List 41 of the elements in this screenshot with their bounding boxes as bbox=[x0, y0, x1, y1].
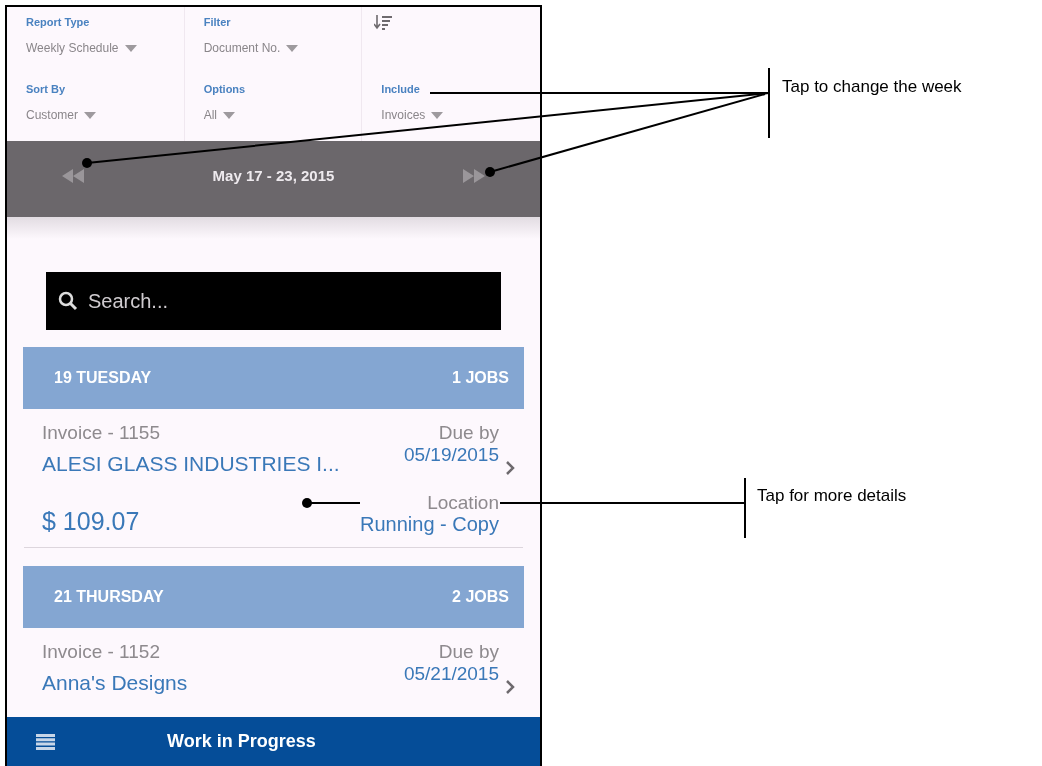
location-name: Running - Copy bbox=[360, 512, 499, 537]
filter-label: Sort By bbox=[26, 84, 67, 95]
day-title: 21 THURSDAY bbox=[54, 587, 164, 607]
job-amount: $ 109.07 bbox=[42, 505, 140, 537]
location-label: Location bbox=[427, 493, 499, 512]
filter-label: Include bbox=[381, 84, 421, 95]
dropdown-caret-icon bbox=[431, 111, 444, 119]
filter-label: Report Type bbox=[26, 17, 91, 28]
filter-label: Options bbox=[203, 84, 247, 95]
day-title: 19 TUESDAY bbox=[54, 368, 152, 388]
customer-name: ALESI GLASS INDUSTRIES I... bbox=[42, 450, 340, 477]
sort-icon[interactable] bbox=[374, 15, 393, 31]
search-icon bbox=[58, 291, 78, 311]
due-label: Due by bbox=[438, 421, 499, 445]
due-date: 05/19/2015 bbox=[403, 444, 499, 464]
dropdown-caret-icon bbox=[84, 111, 96, 119]
invoice-number: Invoice - 1155 bbox=[42, 421, 161, 445]
callout-text: Tap to change the week bbox=[782, 76, 962, 98]
search-field[interactable]: Search... bbox=[46, 272, 501, 330]
filter-dropdown[interactable]: Document No. bbox=[203, 42, 299, 54]
customer-name: Anna's Designs bbox=[42, 669, 188, 696]
job-count: 1 JOBS bbox=[452, 368, 509, 388]
due-label: Due by bbox=[438, 640, 499, 664]
dropdown-caret-icon bbox=[286, 44, 299, 52]
filter-dropdown[interactable]: Weekly Schedule bbox=[26, 42, 137, 54]
dropdown-caret-icon bbox=[124, 44, 137, 52]
due-date: 05/21/2015 bbox=[403, 663, 499, 683]
bottom-bar-title: Work in Progress bbox=[167, 730, 316, 753]
filter-dropdown[interactable]: All bbox=[203, 109, 235, 121]
chevron-right-icon bbox=[505, 678, 515, 695]
job-card[interactable]: Invoice - 1152 Anna's Designs Due by 05/21/2015 bbox=[24, 628, 523, 706]
chevron-right-icon bbox=[505, 459, 515, 476]
callout-text: Tap for more details bbox=[757, 485, 907, 507]
list-icon[interactable] bbox=[36, 733, 55, 750]
filter-dropdown[interactable]: Customer bbox=[26, 109, 96, 121]
dropdown-caret-icon bbox=[223, 111, 235, 119]
week-range: May 17 - 23, 2015 bbox=[212, 165, 335, 186]
invoice-number: Invoice - 1152 bbox=[42, 640, 161, 664]
job-count: 2 JOBS bbox=[452, 587, 509, 607]
filter-dropdown[interactable]: Invoices bbox=[381, 109, 444, 121]
filter-label: Filter bbox=[203, 17, 232, 28]
